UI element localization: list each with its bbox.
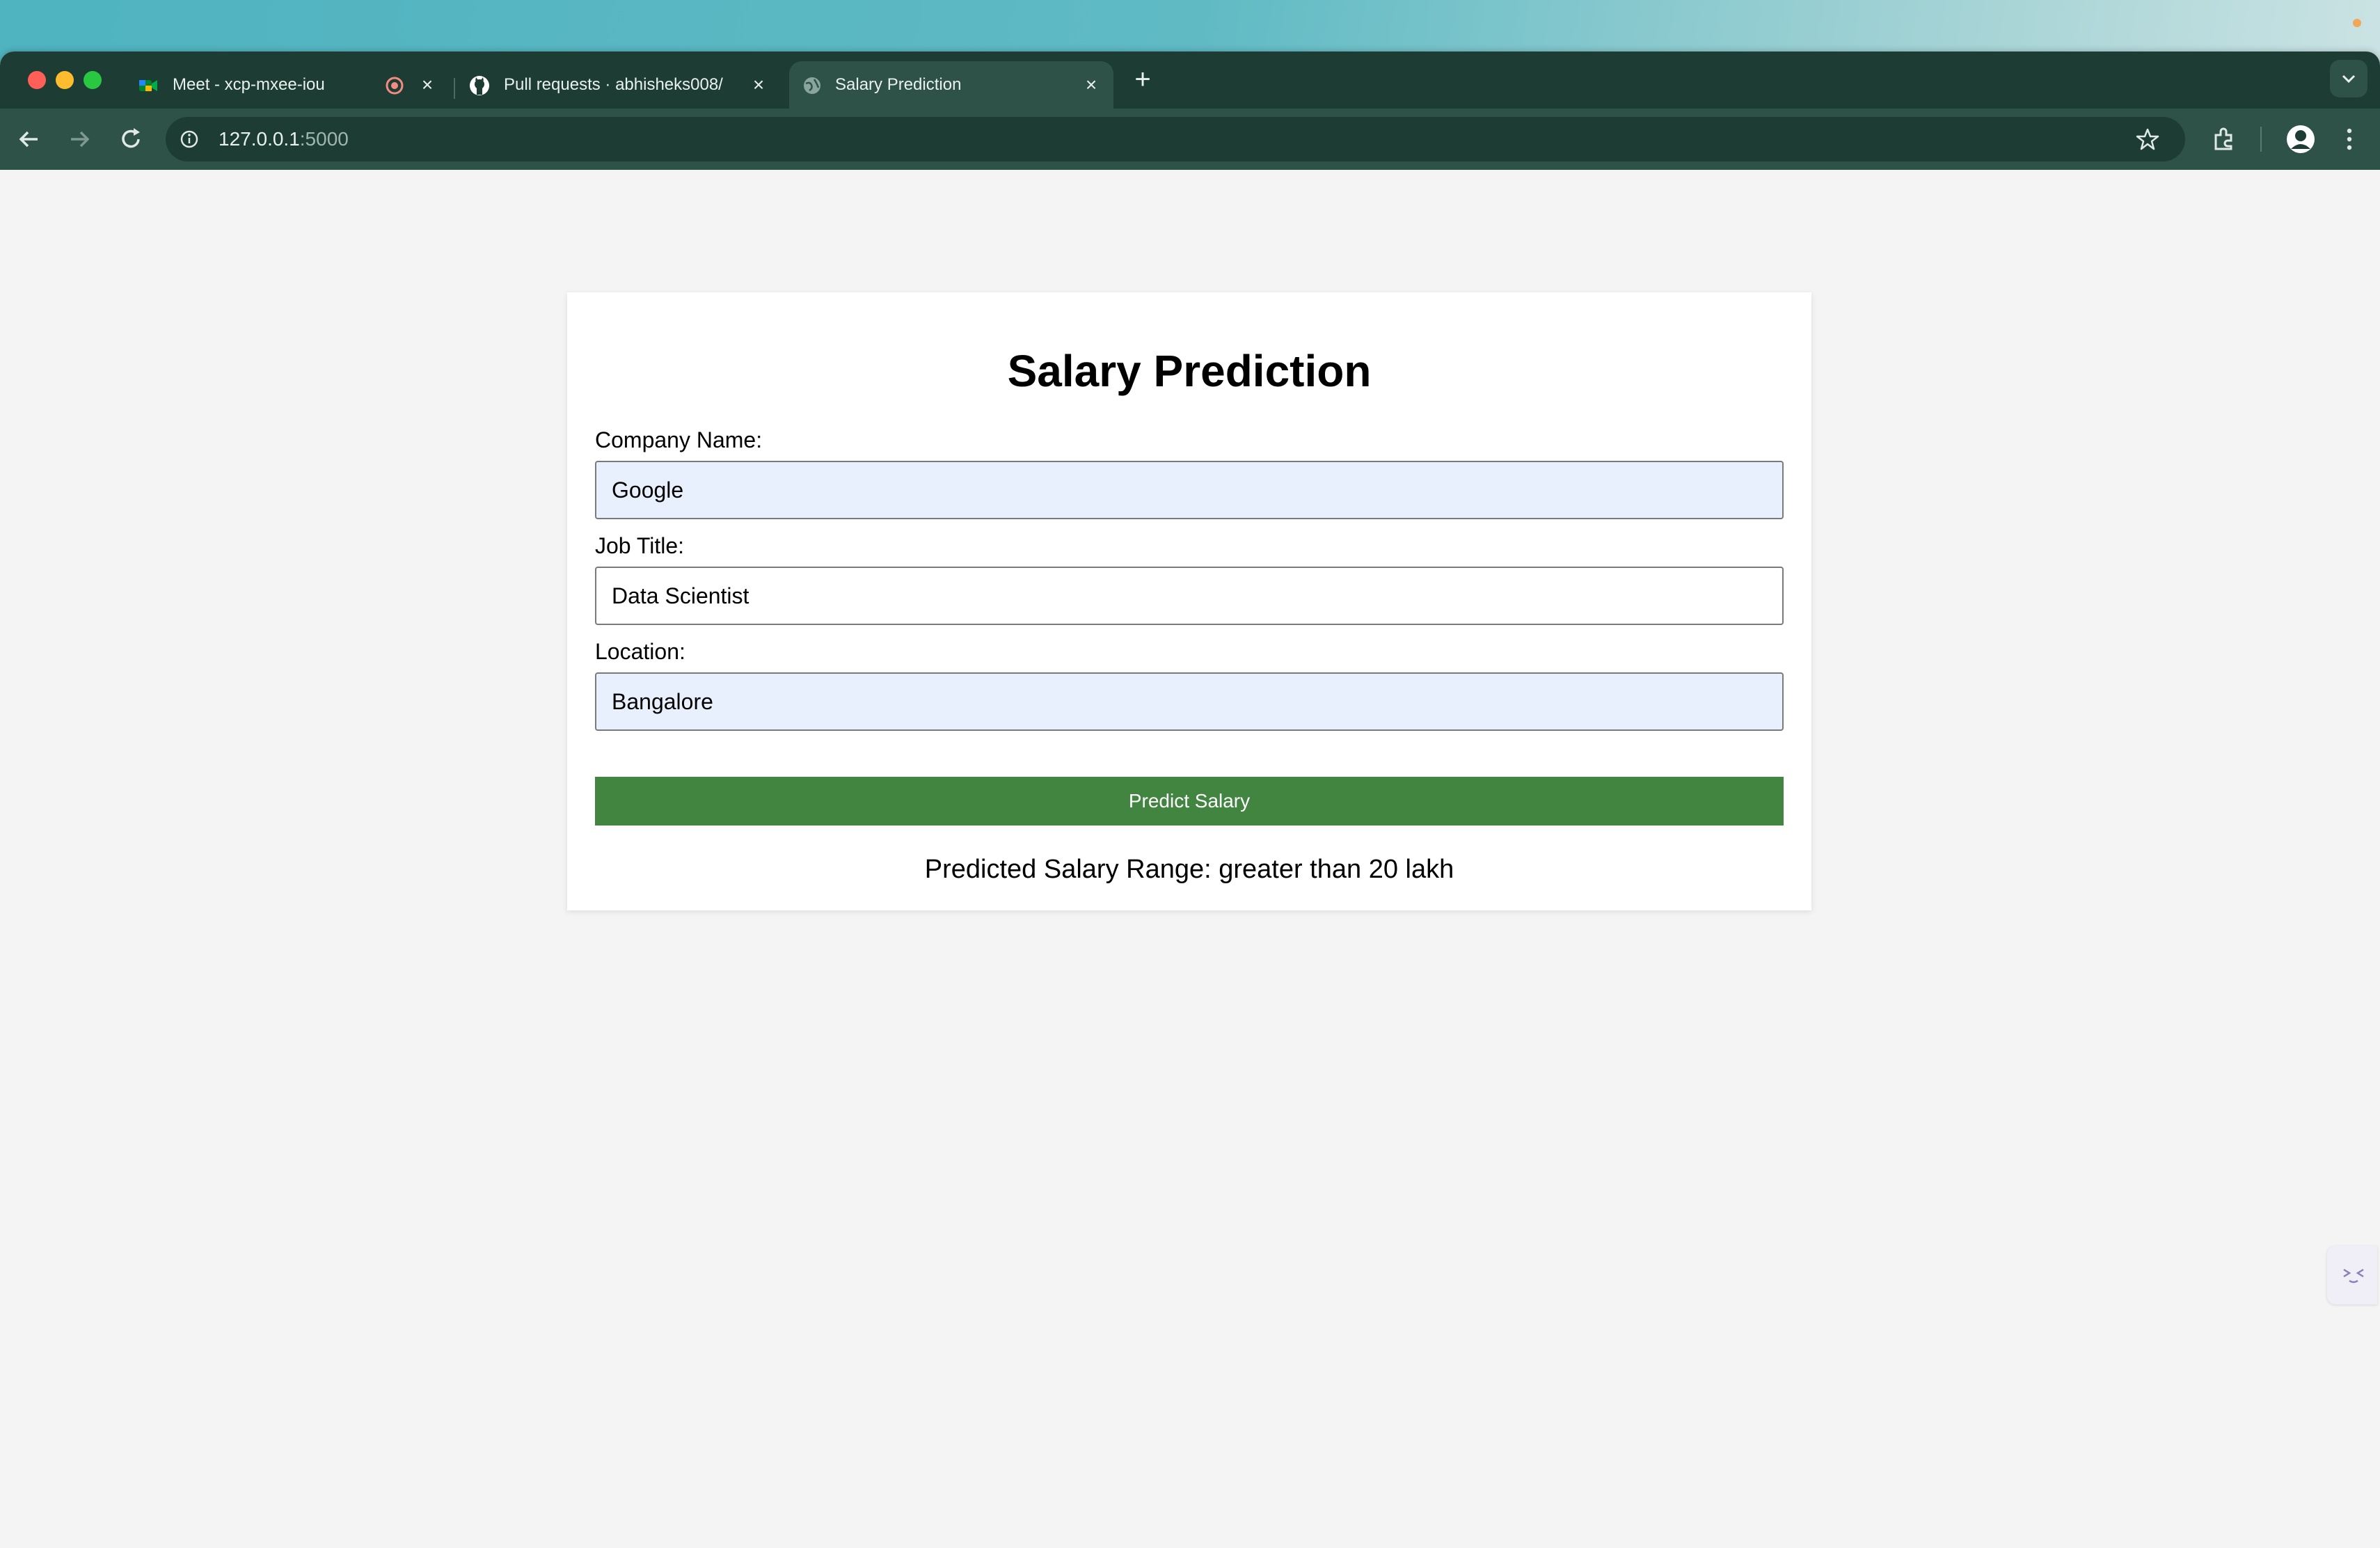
url-host: 127.0.0.1 <box>219 128 300 150</box>
toolbar-divider <box>2260 127 2262 152</box>
chevron-down-icon <box>2342 74 2356 84</box>
back-icon[interactable] <box>15 125 43 153</box>
reload-icon[interactable] <box>117 125 145 153</box>
toolbar: 127.0.0.1:5000 <box>0 109 2380 170</box>
close-tab-icon[interactable]: × <box>746 72 771 97</box>
page-content: Salary Prediction Company Name: Job Titl… <box>0 170 2380 1548</box>
close-tab-icon[interactable]: × <box>415 72 440 97</box>
minimize-window-button[interactable] <box>56 71 74 89</box>
maximize-window-button[interactable] <box>84 71 102 89</box>
tab-title: Salary Prediction <box>835 75 962 94</box>
url-text: 127.0.0.1:5000 <box>219 117 349 161</box>
tab-separator <box>454 78 455 99</box>
tab-title: Pull requests · abhisheks008/ <box>504 75 723 94</box>
globe-icon <box>804 77 820 94</box>
close-window-button[interactable] <box>28 71 46 89</box>
location-input[interactable] <box>595 672 1784 731</box>
site-info-icon[interactable] <box>180 129 199 149</box>
assistant-face-icon <box>2343 1268 2364 1284</box>
side-panel-widget[interactable] <box>2327 1246 2377 1304</box>
prediction-result: Predicted Salary Range: greater than 20 … <box>924 855 1454 884</box>
menu-kebab-icon[interactable] <box>2341 125 2358 153</box>
forward-icon[interactable] <box>65 125 93 153</box>
browser-window: Meet - xcp-mxee-iou × Pull requests · ab… <box>0 52 2380 1548</box>
google-meet-icon <box>139 80 157 91</box>
notification-dot <box>2353 19 2361 27</box>
extensions-icon[interactable] <box>2210 125 2238 153</box>
close-tab-icon[interactable]: × <box>1079 72 1104 97</box>
recording-icon <box>386 77 404 95</box>
profile-avatar-icon[interactable] <box>2285 124 2316 155</box>
job-title-label: Job Title: <box>595 533 685 558</box>
company-name-input[interactable] <box>595 461 1784 519</box>
tab-bar: Meet - xcp-mxee-iou × Pull requests · ab… <box>0 52 2380 109</box>
location-label: Location: <box>595 639 685 664</box>
tab-salary-prediction[interactable]: Salary Prediction × <box>789 61 1113 109</box>
new-tab-button[interactable]: + <box>1127 64 1158 95</box>
tab-pull-requests[interactable]: Pull requests · abhisheks008/ × <box>469 61 775 109</box>
bookmark-star-icon[interactable] <box>2135 127 2160 152</box>
job-title-input[interactable] <box>595 567 1784 625</box>
salary-form-card: Salary Prediction Company Name: Job Titl… <box>567 292 1811 910</box>
predict-salary-button[interactable]: Predict Salary <box>595 777 1784 826</box>
company-name-label: Company Name: <box>595 427 763 452</box>
page-title: Salary Prediction <box>1007 346 1372 396</box>
address-bar[interactable]: 127.0.0.1:5000 <box>166 117 2185 161</box>
url-port: :5000 <box>299 128 349 150</box>
tab-title: Meet - xcp-mxee-iou <box>173 75 325 94</box>
github-icon <box>470 76 489 95</box>
tab-meet[interactable]: Meet - xcp-mxee-iou × <box>138 61 444 109</box>
tab-search-button[interactable] <box>2330 60 2367 97</box>
